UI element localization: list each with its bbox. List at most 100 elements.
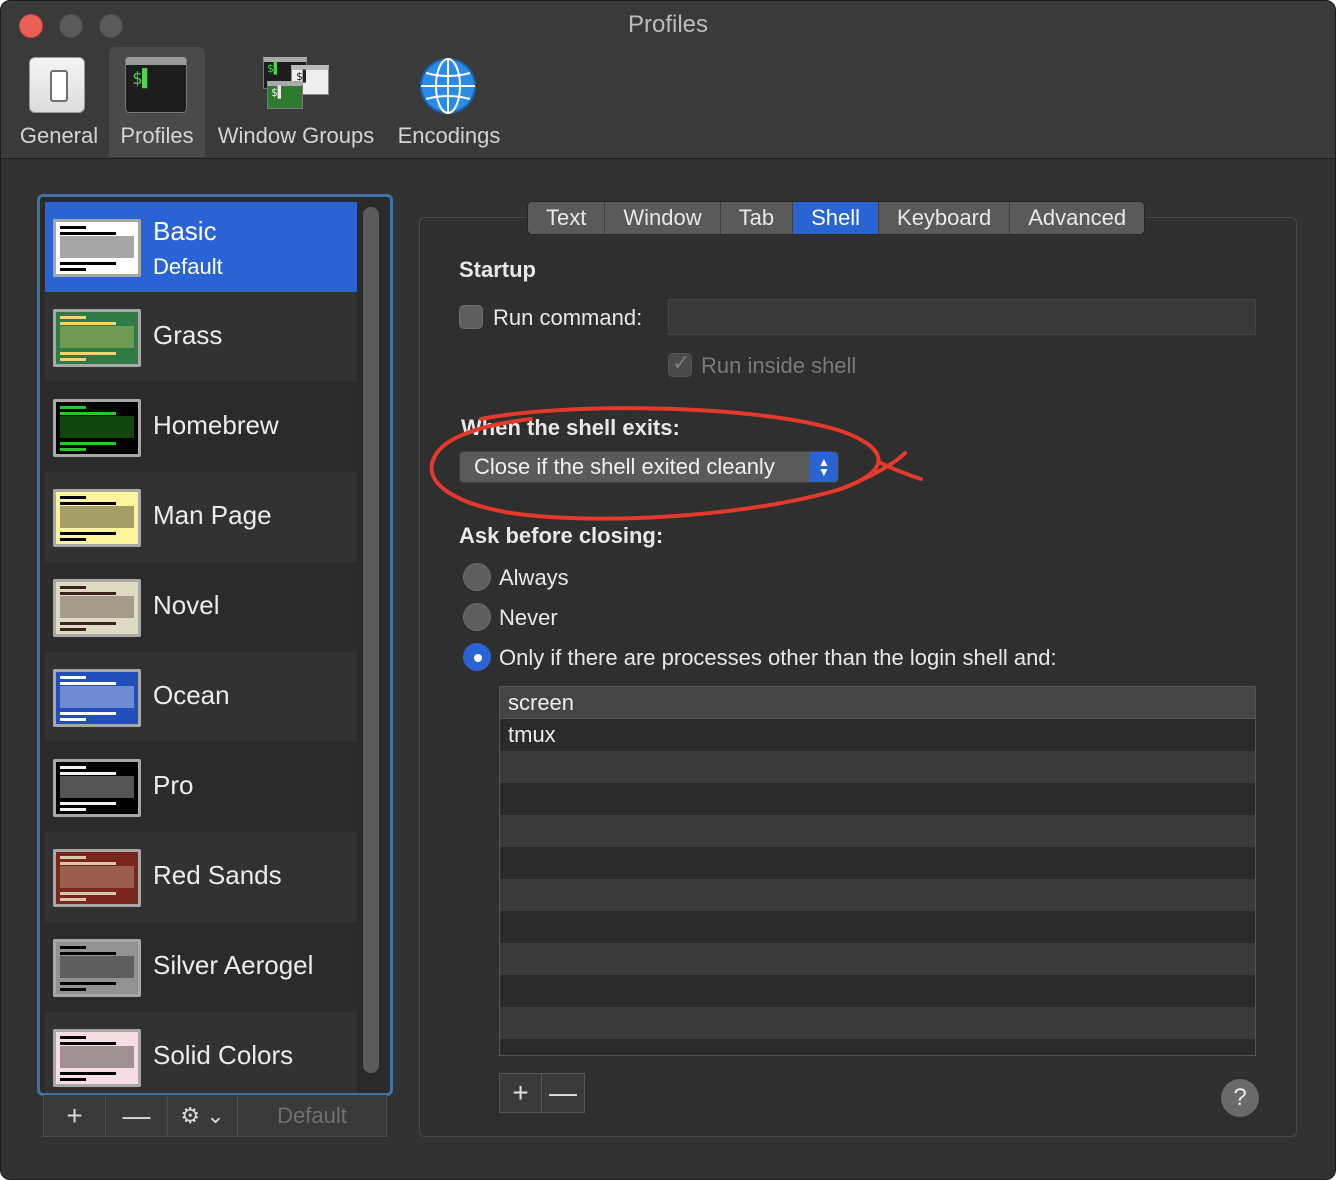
thumbnail-text-line: [60, 766, 86, 769]
profile-list-buttons: + — ⚙ ⌄ Default: [43, 1095, 387, 1137]
profile-preview-thumbnail: [53, 849, 141, 907]
thumbnail-table-block: [60, 776, 134, 798]
ask-always-radio[interactable]: [463, 563, 491, 591]
toolbar-general[interactable]: General: [15, 47, 103, 157]
profile-preview-thumbnail: [53, 1029, 141, 1087]
profile-preview-thumbnail: [53, 309, 141, 367]
thumbnail-text-line: [60, 628, 86, 631]
profile-row-grass[interactable]: Grass: [45, 292, 357, 382]
run-command-input[interactable]: [668, 299, 1256, 335]
ask-only-if-processes-radio[interactable]: [463, 643, 491, 671]
window-groups-icon: $▌ $▌ $▌: [263, 57, 329, 111]
thumbnail-text-line: [60, 586, 86, 589]
process-list-table[interactable]: screen tmux: [499, 686, 1256, 1056]
tab-shell[interactable]: Shell: [793, 202, 880, 234]
table-row[interactable]: tmux: [500, 719, 1255, 751]
thumbnail-text-line: [60, 946, 86, 949]
thumbnail-text-line: [60, 352, 116, 355]
profile-row-pro[interactable]: Pro: [45, 742, 357, 832]
title-bar: Profiles General $▌ Profiles $▌ $▌ $▌ Wi…: [1, 1, 1335, 159]
shell-exit-heading: When the shell exits:: [461, 415, 680, 440]
thumbnail-text-line: [60, 676, 86, 679]
ask-never-label: Never: [499, 605, 558, 630]
thumbnail-text-line: [60, 1072, 116, 1075]
profile-name: Solid Colors: [153, 1040, 294, 1070]
thumbnail-text-line: [60, 1042, 116, 1045]
thumbnail-text-line: [60, 268, 86, 271]
thumbnail-text-line: [60, 316, 86, 319]
thumbnail-text-line: [60, 982, 116, 985]
thumbnail-text-line: [60, 226, 86, 229]
profile-list[interactable]: Basic Default Grass Homebrew Man Page Novel Oc…: [37, 194, 393, 1096]
toolbar-profiles[interactable]: $▌ Profiles: [109, 47, 205, 157]
thumbnail-text-line: [60, 712, 116, 715]
tab-keyboard[interactable]: Keyboard: [879, 202, 1011, 234]
thumbnail-table-block: [60, 236, 134, 258]
thumbnail-text-line: [60, 808, 86, 811]
profile-row-ocean[interactable]: Ocean: [45, 652, 357, 742]
profile-name: Homebrew: [153, 410, 279, 440]
tab-advanced[interactable]: Advanced: [1010, 202, 1144, 234]
run-command-checkbox[interactable]: [459, 305, 483, 329]
profile-actions-gear-button[interactable]: ⚙ ⌄: [168, 1095, 238, 1137]
remove-profile-button[interactable]: —: [106, 1095, 168, 1137]
table-row[interactable]: screen: [500, 687, 1255, 719]
thumbnail-text-line: [60, 802, 116, 805]
profile-row-homebrew[interactable]: Homebrew: [45, 382, 357, 472]
remove-process-button[interactable]: —: [542, 1074, 584, 1112]
ask-before-closing-heading: Ask before closing:: [459, 523, 664, 548]
profile-preview-thumbnail: [53, 669, 141, 727]
toolbar-encodings[interactable]: Encodings: [393, 47, 505, 157]
profile-row-novel[interactable]: Novel: [45, 562, 357, 652]
help-button[interactable]: ?: [1221, 1079, 1259, 1117]
run-inside-shell-checkbox[interactable]: ✓: [668, 350, 692, 377]
window-title: Profiles: [627, 11, 709, 38]
thumbnail-text-line: [60, 532, 116, 535]
shell-exit-action-popup[interactable]: Close if the shell exited cleanly ▲ ▼: [459, 451, 839, 483]
empty-table-row: [500, 879, 1255, 911]
thumbnail-text-line: [60, 772, 116, 775]
thumbnail-table-block: [60, 1046, 134, 1068]
empty-table-row: [500, 1007, 1255, 1039]
thumbnail-text-line: [60, 862, 116, 865]
add-profile-button[interactable]: +: [44, 1095, 106, 1137]
thumbnail-text-line: [60, 592, 116, 595]
preferences-window: Profiles General $▌ Profiles $▌ $▌ $▌ Wi…: [0, 0, 1336, 1180]
thumbnail-text-line: [60, 988, 86, 991]
thumbnail-table-block: [60, 416, 134, 438]
profile-row-basic[interactable]: Basic Default: [45, 202, 357, 292]
profile-row-man-page[interactable]: Man Page: [45, 472, 357, 562]
profile-row-solid-colors[interactable]: Solid Colors: [45, 1012, 357, 1093]
toolbar-window-groups[interactable]: $▌ $▌ $▌ Window Groups: [213, 47, 379, 157]
tab-tab[interactable]: Tab: [721, 202, 794, 234]
toolbar-encodings-label: Encodings: [397, 123, 501, 148]
profile-preview-thumbnail: [53, 399, 141, 457]
thumbnail-table-block: [60, 326, 134, 348]
thumbnail-text-line: [60, 898, 86, 901]
thumbnail-text-line: [60, 952, 116, 955]
thumbnail-text-line: [60, 262, 116, 265]
thumbnail-text-line: [60, 622, 116, 625]
checkmark-icon: ✓: [672, 350, 691, 375]
toolbar-window-groups-label: Window Groups: [217, 123, 375, 148]
profile-preview-thumbnail: [53, 489, 141, 547]
profile-preview-thumbnail: [53, 939, 141, 997]
empty-table-row: [500, 975, 1255, 1007]
thumbnail-text-line: [60, 892, 116, 895]
thumbnail-table-block: [60, 866, 134, 888]
general-switch-icon: [29, 57, 85, 113]
profile-name: Red Sands: [153, 860, 282, 890]
profile-name: Grass: [153, 320, 223, 350]
thumbnail-text-line: [60, 412, 116, 415]
thumbnail-table-block: [60, 506, 134, 528]
add-process-button[interactable]: +: [500, 1074, 542, 1112]
tab-window[interactable]: Window: [605, 202, 721, 234]
set-default-button[interactable]: Default: [238, 1095, 386, 1137]
empty-table-row: [500, 911, 1255, 943]
profile-row-silver-aerogel[interactable]: Silver Aerogel: [45, 922, 357, 1012]
profile-list-scrollbar[interactable]: [363, 207, 379, 1073]
profile-list-rows: Basic Default Grass Homebrew Man Page Novel Oc…: [45, 202, 357, 1093]
tab-text[interactable]: Text: [528, 202, 606, 234]
profile-row-red-sands[interactable]: Red Sands: [45, 832, 357, 922]
ask-never-radio[interactable]: [463, 603, 491, 631]
